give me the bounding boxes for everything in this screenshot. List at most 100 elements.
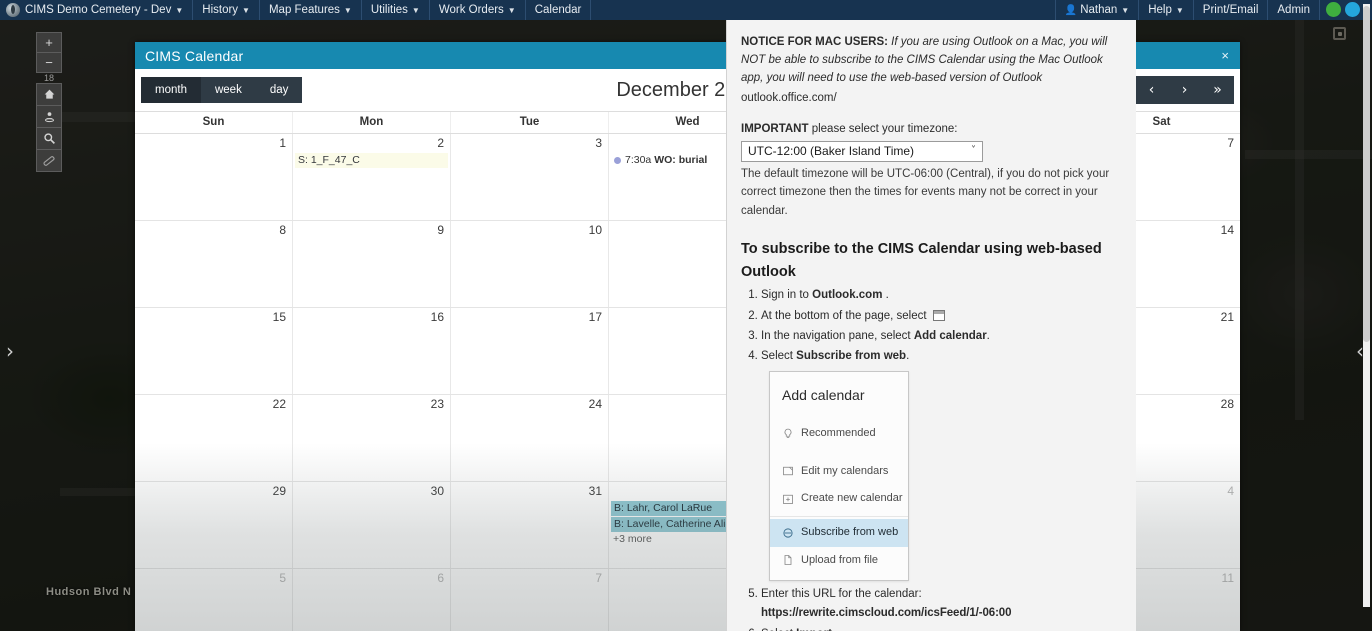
calendar-day-cell[interactable]: 15 — [135, 308, 293, 394]
event-title: B: Lahr, Carol LaRue — [614, 502, 713, 514]
zoom-in-button[interactable]: + — [36, 32, 62, 53]
step-1: Sign in to Outlook.com . — [761, 286, 1118, 304]
web-outlook-heading: To subscribe to the CIMS Calendar using … — [741, 240, 1102, 280]
day-number: 1 — [279, 136, 286, 150]
calendar-event[interactable]: S: 1_F_47_C — [295, 153, 448, 168]
home-extent-button[interactable] — [36, 83, 62, 106]
calendar-day-cell[interactable]: 23 — [293, 395, 451, 481]
add-calendar-item-label: Edit my calendars — [801, 464, 889, 477]
view-day-button[interactable]: day — [255, 77, 303, 103]
step-4-post: . — [906, 349, 910, 362]
calendar-day-cell[interactable]: 30 — [293, 482, 451, 568]
calendar-day-cell[interactable]: 1 — [135, 134, 293, 220]
day-number: 7 — [595, 571, 602, 585]
step-1-post: . — [882, 289, 889, 302]
map-search-button[interactable] — [36, 127, 62, 150]
outlook-office-url[interactable]: outlook.office.com/ — [741, 89, 1118, 107]
calendar-day-cell[interactable]: 16 — [293, 308, 451, 394]
nav-item-utilities[interactable]: Utilities ▼ — [362, 0, 430, 20]
left-panel-expand-button[interactable]: › — [6, 339, 14, 363]
nav-brand-label: CIMS Demo Cemetery - Dev — [25, 4, 172, 16]
calendar-day-cell[interactable]: 29 — [135, 482, 293, 568]
step-3: In the navigation pane, select Add calen… — [761, 327, 1118, 345]
step-5-text: Enter this URL for the calendar: — [761, 588, 922, 601]
add-calendar-item-label: Upload from file — [801, 553, 879, 566]
support-icon[interactable] — [1345, 2, 1360, 18]
day-number: 5 — [279, 571, 286, 585]
nav-print-email[interactable]: Print/Email — [1192, 0, 1268, 20]
dow-sun: Sun — [135, 112, 293, 133]
instructions-scrollbar[interactable] — [1363, 4, 1370, 607]
upload-icon — [784, 555, 792, 566]
calendar-day-cell[interactable]: 10 — [451, 221, 609, 307]
chat-bubble-icon[interactable] — [1326, 2, 1341, 18]
subscribe-icon — [783, 528, 793, 538]
map-extent-icon[interactable] — [1333, 27, 1346, 40]
day-number: 16 — [430, 310, 444, 324]
calendar-day-cell[interactable]: 8 — [135, 221, 293, 307]
nav-app-shortcuts — [1319, 0, 1366, 20]
app-root: Hudson Blvd N CIMS Demo Cemetery - Dev ▼ … — [0, 0, 1372, 631]
day-number: 15 — [272, 310, 286, 324]
timezone-help-text: The default timezone will be UTC-06:00 (… — [741, 167, 1110, 218]
home-icon — [44, 89, 54, 99]
bulb-icon — [784, 428, 792, 438]
calendar-day-cell[interactable]: 9 — [293, 221, 451, 307]
step-2-text: At the bottom of the page, select — [761, 309, 930, 322]
calendar-day-cell[interactable]: 17 — [451, 308, 609, 394]
nav-help-menu[interactable]: Help ▼ — [1138, 0, 1193, 20]
calendar-day-cell[interactable]: 22 — [135, 395, 293, 481]
day-number: 29 — [272, 484, 286, 498]
locate-me-button[interactable] — [36, 105, 62, 128]
timezone-label-bold: IMPORTANT — [741, 122, 809, 135]
timezone-select[interactable]: UTC-12:00 (Baker Island Time) ˅ — [741, 140, 983, 162]
add-calendar-screenshot: Add calendar Recommended Edit my calenda… — [769, 371, 909, 582]
ics-feed-url[interactable]: https://rewrite.cimscloud.com/icsFeed/1/… — [761, 604, 1118, 622]
search-icon — [43, 133, 55, 144]
nav-item-label: Calendar — [534, 4, 582, 16]
nav-item-calendar[interactable]: Calendar — [526, 0, 592, 20]
prev-period-button[interactable]: ‹ — [1135, 76, 1168, 104]
calendar-day-cell[interactable]: 7 — [451, 569, 609, 631]
scrollbar-thumb[interactable] — [1363, 6, 1370, 342]
nav-help-label: Help — [1148, 4, 1172, 16]
event-title: B: Lavelle, Catherine Alice — [614, 518, 737, 530]
event-time: 7:30a — [625, 154, 652, 166]
measure-button[interactable] — [36, 149, 62, 172]
calendar-day-cell[interactable]: 6 — [293, 569, 451, 631]
nav-item-work-orders[interactable]: Work Orders ▼ — [430, 0, 526, 20]
view-week-button[interactable]: week — [200, 77, 256, 103]
nav-item-label: Work Orders — [438, 4, 504, 16]
nav-item-map-features[interactable]: Map Features ▼ — [260, 0, 362, 20]
event-dot-icon — [614, 157, 621, 164]
calendar-day-cell[interactable]: 2 S: 1_F_47_C — [293, 134, 451, 220]
day-number: 2 — [437, 136, 444, 150]
app-logo-icon — [6, 3, 20, 17]
chevron-down-icon: ▼ — [507, 6, 516, 15]
nav-admin[interactable]: Admin — [1267, 0, 1319, 20]
close-icon[interactable]: × — [1218, 49, 1232, 62]
day-number: 23 — [430, 397, 444, 411]
nav-user-menu[interactable]: 👤 Nathan ▼ — [1054, 0, 1138, 20]
map-extent-dot — [1337, 31, 1342, 36]
calendar-day-cell[interactable]: 24 — [451, 395, 609, 481]
calendar-nav-buttons: ‹ › » — [1135, 76, 1234, 104]
forward-period-button[interactable]: » — [1201, 76, 1234, 104]
new-calendar-icon — [783, 494, 793, 504]
nav-item-history[interactable]: History ▼ — [193, 0, 260, 20]
calendar-day-cell[interactable]: 3 — [451, 134, 609, 220]
plus-icon: + — [45, 35, 53, 50]
step-4-text: Select — [761, 349, 797, 362]
calendar-instructions-panel[interactable]: NOTICE FOR MAC USERS: If you are using O… — [726, 20, 1136, 631]
calendar-day-cell[interactable]: 31 — [451, 482, 609, 568]
zoom-out-button[interactable]: − — [36, 52, 62, 73]
view-month-button[interactable]: month — [141, 77, 201, 103]
next-period-button[interactable]: › — [1168, 76, 1201, 104]
calendar-day-cell[interactable]: 5 — [135, 569, 293, 631]
web-outlook-steps: Sign in to Outlook.com . At the bottom o… — [741, 286, 1118, 365]
timezone-label: IMPORTANT please select your timezone: — [741, 120, 1118, 138]
dow-mon: Mon — [293, 112, 451, 133]
nav-brand-menu[interactable]: CIMS Demo Cemetery - Dev ▼ — [25, 0, 194, 20]
timezone-label-rest: please select your timezone: — [808, 122, 958, 135]
step-2: At the bottom of the page, select — [761, 307, 1118, 325]
